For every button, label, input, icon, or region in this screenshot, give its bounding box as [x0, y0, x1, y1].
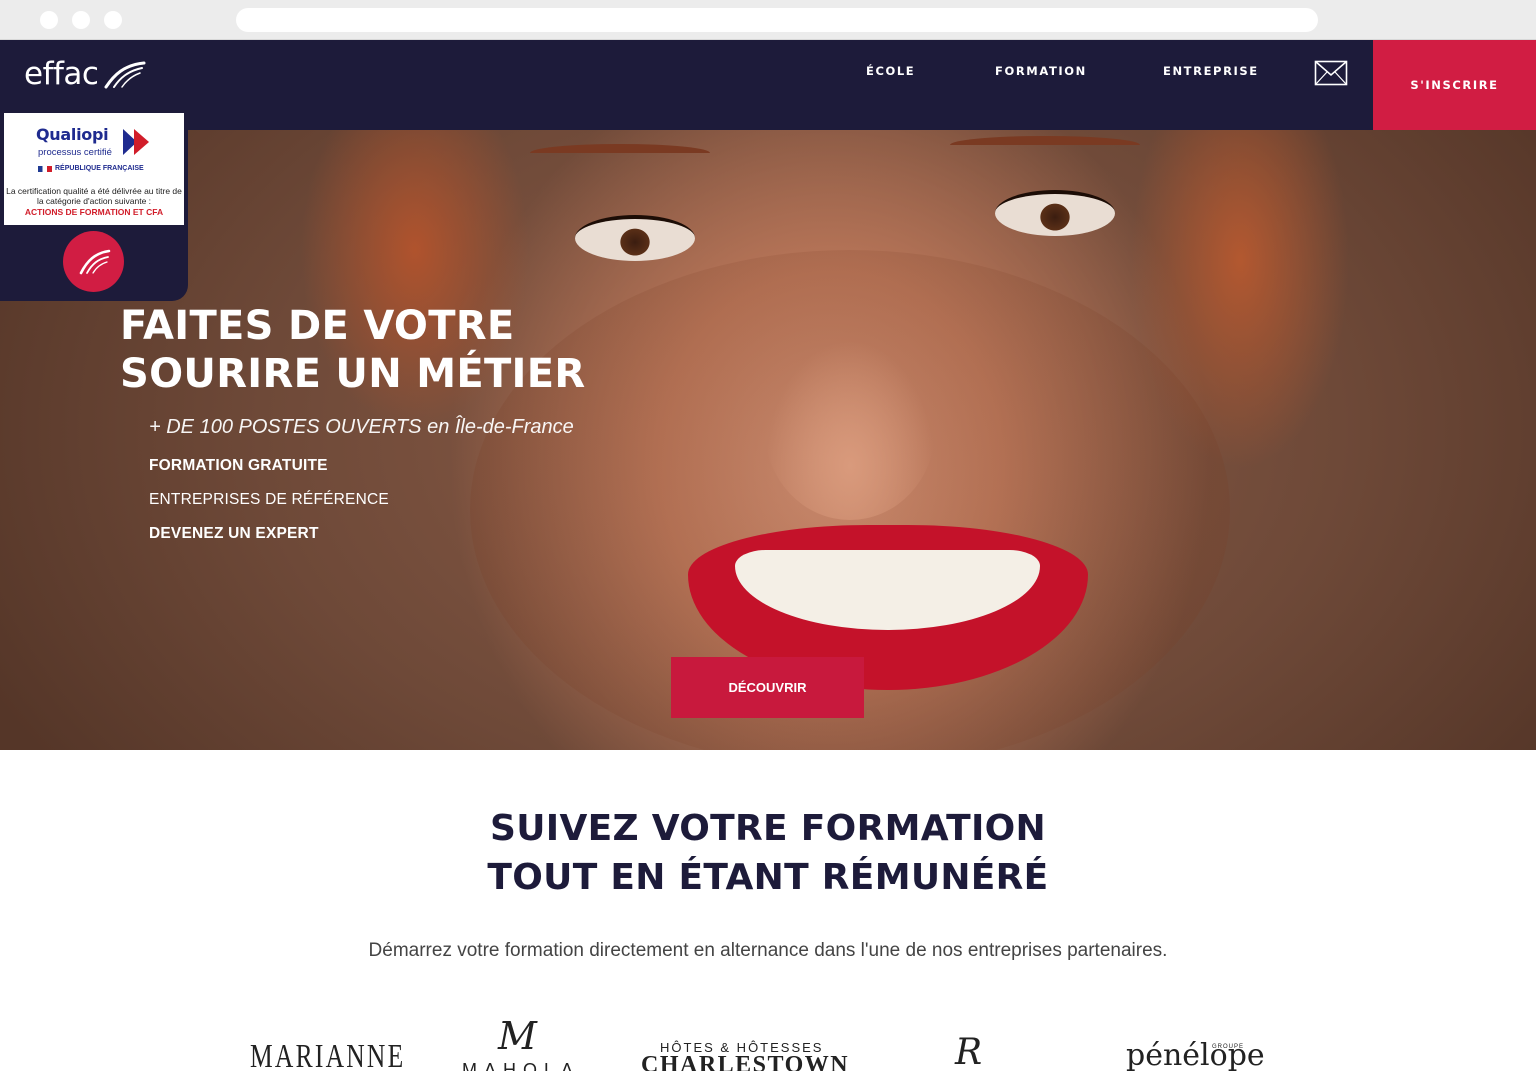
hero-photo-nose: [765, 340, 935, 520]
section-title-line1: SUIVEZ VOTRE FORMATION: [490, 808, 1046, 849]
site-logo[interactable]: effac: [24, 54, 146, 94]
envelope-icon[interactable]: [1314, 60, 1348, 86]
hero-title-line2: SOURIRE UN MÉTIER: [120, 351, 586, 397]
qualiopi-arrows-icon: [123, 129, 149, 155]
effac-mark-icon: [79, 249, 111, 275]
nav-formation[interactable]: FORMATION: [995, 64, 1087, 78]
hero-item-entreprises: ENTREPRISES DE RÉFÉRENCE: [149, 491, 389, 508]
qualiopi-republic: RÉPUBLIQUE FRANÇAISE: [38, 165, 144, 172]
partner-logo-r: R: [955, 1032, 983, 1071]
nav-ecole[interactable]: ÉCOLE: [866, 64, 915, 78]
hero-title-line1: FAITES DE VOTRE: [120, 303, 515, 349]
logo-swoosh-icon: [104, 61, 146, 89]
partner-logo-charlestown: CHARLESTOWN: [641, 1052, 850, 1071]
site-header: [0, 40, 1536, 130]
nav-entreprise[interactable]: ENTREPRISE: [1163, 64, 1259, 78]
french-flag-icon: [38, 165, 52, 172]
hero-subtitle: + DE 100 POSTES OUVERTS en Île-de-France: [149, 416, 574, 438]
hero-photo-brow-left: [530, 144, 710, 162]
qualiopi-tagline: processus certifié: [38, 147, 112, 158]
qualiopi-republic-text: RÉPUBLIQUE FRANÇAISE: [55, 165, 144, 172]
section-title-line2: TOUT EN ÉTANT RÉMUNÉRÉ: [487, 857, 1049, 898]
partner-logo-mahola: MAHOLA: [462, 1060, 581, 1071]
section-title: SUIVEZ VOTRE FORMATION TOUT EN ÉTANT RÉM…: [0, 804, 1536, 902]
partner-logo-penelope: pénélope: [1126, 1038, 1265, 1071]
hero-title: FAITES DE VOTRE SOURIRE UN MÉTIER: [120, 302, 720, 398]
partner-logo-mahola-mark: M: [498, 1014, 537, 1058]
browser-chrome: [0, 0, 1536, 40]
discover-button[interactable]: DÉCOUVRIR: [671, 657, 864, 718]
hero-item-formation-gratuite: FORMATION GRATUITE: [149, 457, 328, 474]
hero-photo-eye-right: [995, 190, 1115, 236]
partner-logo-marianne: MARIANNE: [250, 1038, 406, 1071]
qualiopi-description: La certification qualité a été délivrée …: [6, 186, 182, 206]
partner-logo-penelope-groupe: GROUPE: [1212, 1044, 1245, 1050]
window-minimize-dot[interactable]: [72, 11, 90, 29]
address-bar[interactable]: [236, 8, 1318, 32]
hero-photo-brow-right: [950, 136, 1140, 154]
hero-item-expert: DEVENEZ UN EXPERT: [149, 525, 319, 542]
section-subtitle: Démarrez votre formation directement en …: [368, 940, 1168, 961]
logo-text: effac: [24, 56, 99, 92]
signup-button[interactable]: S'INSCRIRE: [1373, 40, 1536, 130]
qualiopi-category: ACTIONS DE FORMATION ET CFA: [24, 207, 164, 217]
window-close-dot[interactable]: [40, 11, 58, 29]
effac-mark-button[interactable]: [63, 231, 124, 292]
qualiopi-name: Qualiopi: [36, 125, 109, 144]
hero-photo-eye-left: [575, 215, 695, 261]
window-maximize-dot[interactable]: [104, 11, 122, 29]
